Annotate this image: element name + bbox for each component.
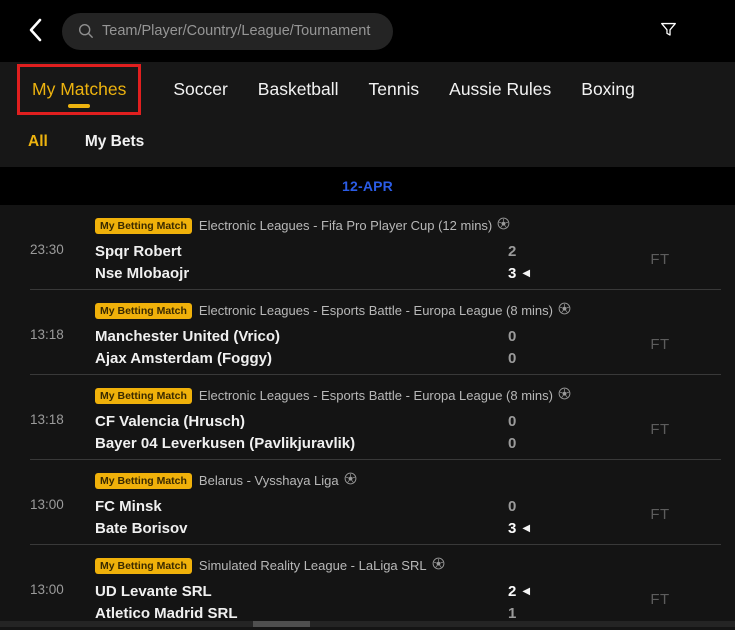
team-name: Bayer 04 Leverkusen (Pavlikjuravlik) bbox=[95, 435, 356, 452]
soccer-ball-icon bbox=[432, 557, 445, 575]
top-header bbox=[0, 0, 735, 62]
team-score: 0 bbox=[508, 435, 517, 452]
winner-arrow-icon: ◀ bbox=[522, 586, 531, 597]
league-name: Electronic Leagues - Esports Battle - Eu… bbox=[198, 388, 553, 403]
status-badge: FT bbox=[650, 251, 670, 268]
match-time: 23:30 bbox=[30, 242, 64, 257]
team-score: 0 bbox=[508, 413, 517, 430]
team-name: Ajax Amsterdam (Foggy) bbox=[95, 350, 272, 367]
team-row: Nse Mlobaojr 3 ◀ bbox=[95, 263, 585, 284]
my-betting-match-badge: My Betting Match bbox=[95, 217, 192, 234]
tab-boxing[interactable]: Boxing bbox=[581, 79, 635, 100]
match-row[interactable]: 13:18 My Betting Match Electronic League… bbox=[0, 375, 735, 460]
match-row[interactable]: 13:18 My Betting Match Electronic League… bbox=[0, 290, 735, 375]
team-name: FC Minsk bbox=[95, 498, 162, 515]
tab-label: My Matches bbox=[32, 79, 127, 99]
filter-subtabbar: All My Bets bbox=[0, 117, 735, 167]
team-name: CF Valencia (Hrusch) bbox=[95, 413, 246, 430]
team-score: 0 bbox=[508, 328, 517, 345]
match-time: 13:18 bbox=[30, 412, 64, 427]
team-score: 0 bbox=[508, 350, 517, 367]
search-bar[interactable] bbox=[62, 12, 393, 50]
league-name: Simulated Reality League - LaLiga SRL bbox=[198, 558, 427, 573]
soccer-ball-icon bbox=[558, 302, 571, 320]
team-name: Manchester United (Vrico) bbox=[95, 328, 281, 345]
league-name: Belarus - Vysshaya Liga bbox=[198, 473, 339, 488]
winner-arrow-icon: ◀ bbox=[522, 523, 531, 534]
tab-soccer[interactable]: Soccer bbox=[173, 79, 227, 100]
active-tab-underline bbox=[68, 104, 91, 108]
team-name: Bate Borisov bbox=[95, 520, 188, 537]
status-badge: FT bbox=[650, 336, 670, 353]
sport-tabbar: My Matches Soccer Basketball Tennis Auss… bbox=[0, 62, 735, 117]
funnel-icon bbox=[660, 21, 677, 41]
my-betting-match-badge: My Betting Match bbox=[95, 557, 192, 574]
tab-basketball[interactable]: Basketball bbox=[258, 79, 339, 100]
navigation-bars: My Matches Soccer Basketball Tennis Auss… bbox=[0, 62, 735, 167]
soccer-ball-icon bbox=[558, 387, 571, 405]
horizontal-scrollbar[interactable] bbox=[0, 621, 735, 627]
my-betting-match-badge: My Betting Match bbox=[95, 472, 192, 489]
tab-tennis[interactable]: Tennis bbox=[369, 79, 420, 100]
team-score: 3 bbox=[508, 265, 517, 282]
tab-my-matches[interactable]: My Matches bbox=[17, 64, 142, 115]
chevron-left-icon bbox=[28, 18, 43, 45]
subtab-my-bets[interactable]: My Bets bbox=[85, 133, 144, 151]
date-row: 12-APR bbox=[0, 167, 735, 205]
league-name: Electronic Leagues - Fifa Pro Player Cup… bbox=[198, 218, 493, 233]
team-name: Spqr Robert bbox=[95, 243, 182, 260]
team-score: 3 bbox=[508, 520, 517, 537]
team-row: FC Minsk 0◀ bbox=[95, 496, 585, 517]
scrollbar-thumb[interactable] bbox=[253, 621, 310, 627]
winner-arrow-icon: ◀ bbox=[522, 268, 531, 279]
search-icon bbox=[78, 23, 94, 39]
match-time: 13:00 bbox=[30, 497, 64, 512]
team-score: 2 bbox=[508, 243, 517, 260]
team-row: UD Levante SRL 2 ◀ bbox=[95, 581, 585, 602]
status-badge: FT bbox=[650, 421, 670, 438]
back-button[interactable] bbox=[12, 11, 58, 51]
match-time: 13:18 bbox=[30, 327, 64, 342]
soccer-ball-icon bbox=[497, 217, 510, 235]
date-label: 12-APR bbox=[342, 178, 393, 194]
team-score: 0 bbox=[508, 498, 517, 515]
match-row[interactable]: 13:00 My Betting Match Simulated Reality… bbox=[0, 545, 735, 630]
my-betting-match-badge: My Betting Match bbox=[95, 302, 192, 319]
league-name: Electronic Leagues - Esports Battle - Eu… bbox=[198, 303, 553, 318]
match-time: 13:00 bbox=[30, 582, 64, 597]
team-row: Bayer 04 Leverkusen (Pavlikjuravlik) 0◀ bbox=[95, 433, 585, 454]
team-row: Manchester United (Vrico) 0◀ bbox=[95, 326, 585, 347]
team-row: Spqr Robert 2◀ bbox=[95, 241, 585, 262]
team-score: 2 bbox=[508, 583, 517, 600]
team-score: 1 bbox=[508, 605, 517, 622]
match-list: 23:30 My Betting Match Electronic League… bbox=[0, 205, 735, 630]
match-row[interactable]: 13:00 My Betting Match Belarus - Vysshay… bbox=[0, 460, 735, 545]
subtab-all[interactable]: All bbox=[28, 133, 48, 151]
soccer-ball-icon bbox=[344, 472, 357, 490]
team-name: UD Levante SRL bbox=[95, 583, 212, 600]
filter-button[interactable] bbox=[660, 21, 677, 41]
team-row: Ajax Amsterdam (Foggy) 0◀ bbox=[95, 348, 585, 369]
status-badge: FT bbox=[650, 506, 670, 523]
team-row: CF Valencia (Hrusch) 0◀ bbox=[95, 411, 585, 432]
my-betting-match-badge: My Betting Match bbox=[95, 387, 192, 404]
search-input[interactable] bbox=[102, 23, 372, 39]
tab-aussie-rules[interactable]: Aussie Rules bbox=[449, 79, 551, 100]
team-name: Atletico Madrid SRL bbox=[95, 605, 238, 622]
team-name: Nse Mlobaojr bbox=[95, 265, 190, 282]
match-row[interactable]: 23:30 My Betting Match Electronic League… bbox=[0, 205, 735, 290]
team-row: Bate Borisov 3 ◀ bbox=[95, 518, 585, 539]
